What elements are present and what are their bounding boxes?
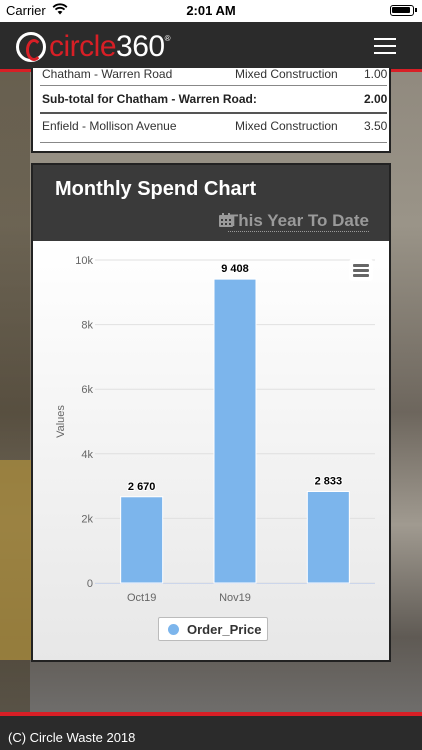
- status-bar: Carrier 2:01 AM: [0, 0, 422, 22]
- monthly-spend-chart-card: Monthly Spend Chart This Year To Date 0 2…: [31, 163, 391, 662]
- chart-card-header: Monthly Spend Chart This Year To Date: [33, 165, 389, 241]
- waste-type-cell: Mixed Construction: [235, 68, 338, 81]
- bar: [120, 496, 164, 584]
- amount-cell: 1.00: [364, 68, 388, 81]
- chart-context-menu-icon[interactable]: [349, 259, 373, 281]
- logo-number: 360: [116, 30, 165, 63]
- subtotal-amount: 2.00: [364, 92, 388, 106]
- y-axis-title: Values: [55, 405, 67, 438]
- logo-word: circle: [49, 30, 117, 63]
- bar-data-label: 2 833: [315, 475, 343, 487]
- y-tick-label: 10k: [75, 255, 93, 267]
- site-cell: Enfield - Mollison Avenue: [42, 119, 177, 133]
- app-header: circle 360 ®: [0, 22, 422, 72]
- background-photo-detail: [0, 460, 34, 660]
- chart-legend-item[interactable]: Order_Price: [158, 617, 268, 641]
- row-divider: [40, 142, 387, 143]
- row-divider: [40, 85, 387, 86]
- logo-ring-icon: [16, 32, 46, 62]
- bar-data-label: 9 408: [221, 263, 249, 275]
- amount-cell: 3.50: [364, 119, 388, 133]
- bar-chart: 0 2k 4k 6k 8k 10k Values 2 670 Oct19 9 408 Nov19 2 …: [55, 255, 375, 604]
- spend-table-card: Chatham - Warren Road Mixed Construction…: [31, 68, 391, 153]
- y-tick-label: 2k: [81, 513, 93, 525]
- bar-data-label: 2 670: [128, 481, 156, 493]
- clock: 2:01 AM: [186, 3, 236, 18]
- period-selector[interactable]: This Year To Date: [227, 211, 369, 232]
- bar: [213, 278, 257, 584]
- y-tick-label: 4k: [81, 449, 93, 461]
- y-tick-label: 6k: [81, 384, 93, 396]
- waste-type-cell: Mixed Construction: [235, 119, 338, 133]
- subtotal-label: Sub-total for Chatham - Warren Road:: [42, 92, 257, 106]
- chart-card-title: Monthly Spend Chart: [55, 178, 257, 200]
- x-tick-label: Oct19: [127, 592, 156, 604]
- chart-area: 0 2k 4k 6k 8k 10k Values 2 670 Oct19 9 408 Nov19 2 …: [33, 241, 389, 660]
- app-footer: (C) Circle Waste 2018: [0, 712, 422, 750]
- legend-label: Order_Price: [187, 622, 262, 637]
- site-cell: Chatham - Warren Road: [42, 68, 173, 81]
- circle360-logo[interactable]: circle 360 ®: [16, 30, 170, 64]
- copyright-text: (C) Circle Waste 2018: [8, 730, 136, 745]
- row-divider: [40, 112, 387, 114]
- legend-marker: [168, 624, 179, 635]
- y-tick-label: 0: [87, 578, 93, 590]
- logo-registered-mark: ®: [164, 34, 171, 43]
- y-tick-label: 8k: [81, 320, 93, 332]
- hamburger-menu-icon[interactable]: [374, 38, 396, 55]
- bar: [306, 490, 350, 584]
- battery-icon: [390, 5, 417, 16]
- x-tick-label: Nov19: [219, 592, 251, 604]
